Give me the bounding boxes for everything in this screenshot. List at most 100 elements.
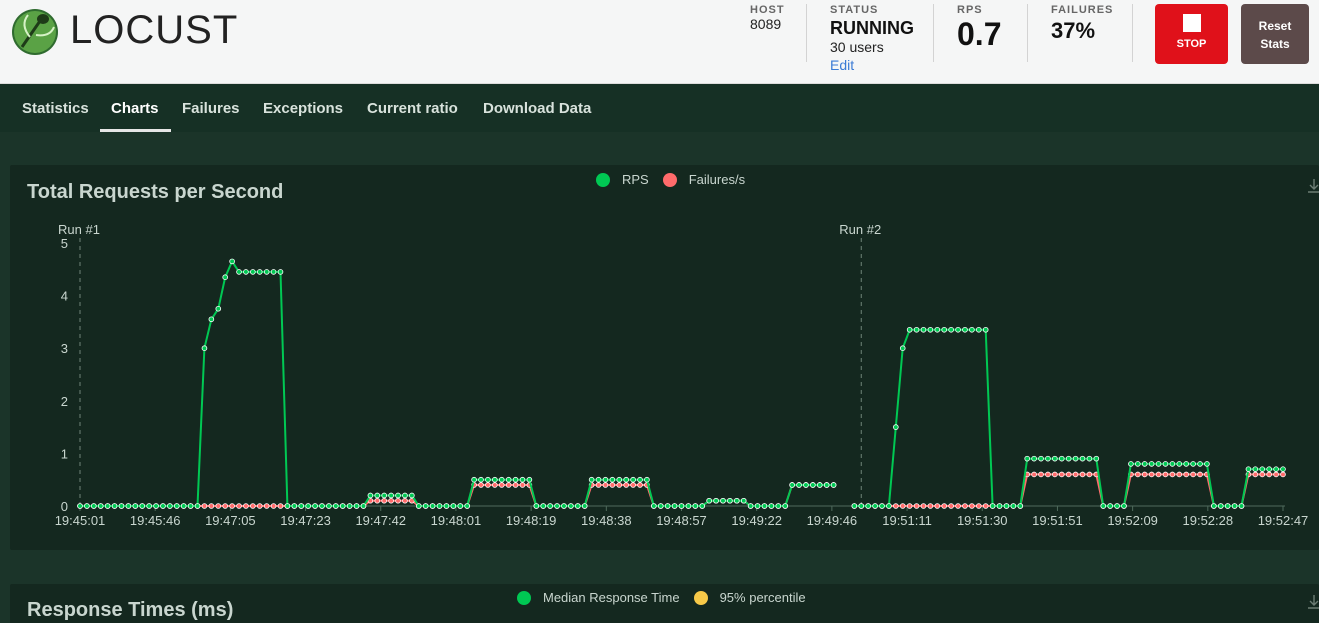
data-point [727,497,733,504]
legend-item-rps[interactable]: RPS [596,172,649,187]
y-tick-label: 5 [61,236,68,251]
data-point [512,482,519,488]
data-point [1114,503,1120,509]
data-point [173,503,180,509]
tab-current-ratio[interactable]: Current ratio [367,100,458,117]
tab-failures[interactable]: Failures [182,100,240,117]
data-point [1245,466,1252,472]
x-tick-label: 19:47:42 [355,513,406,528]
tab-exceptions[interactable]: Exceptions [263,100,343,117]
data-point [1224,503,1231,509]
download-chart-icon[interactable] [1307,178,1319,194]
data-point [685,503,692,509]
tab-download-data[interactable]: Download Data [483,100,591,117]
data-point [333,503,339,509]
data-point [1162,471,1169,478]
data-point [1183,461,1190,467]
data-point [519,476,526,483]
data-point [436,503,443,509]
data-point [464,503,470,509]
data-point [111,503,118,509]
data-point [1128,461,1134,467]
legend-item-failures[interactable]: Failures/s [662,172,746,187]
y-tick-label: 0 [61,499,68,514]
legend-dot [693,590,708,605]
data-point [104,503,111,509]
data-point [872,503,878,509]
data-point [443,503,450,509]
x-tick-label: 19:47:23 [280,513,331,528]
data-point [450,503,457,509]
data-point [208,316,215,323]
data-point [1065,455,1072,462]
data-point [927,326,934,333]
data-point [1100,503,1107,509]
divider [1132,4,1133,62]
legend-dot [517,590,531,605]
failures-block: FAILURES 37% [1051,4,1113,44]
data-point [1252,466,1259,472]
download-chart-icon[interactable] [1307,594,1319,610]
stop-label: STOP [1176,38,1207,50]
reset-stats-button[interactable]: Reset Stats [1241,4,1309,64]
data-point [803,482,809,488]
data-point [91,503,97,509]
data-point [948,503,954,509]
data-point [374,492,381,499]
data-point [194,503,201,509]
data-point [478,482,484,488]
data-point [609,476,616,483]
data-point [492,482,498,488]
data-point [1045,455,1051,462]
host-value: 8089 [750,16,782,32]
tab-statistics[interactable]: Statistics [22,100,89,117]
data-point [1190,461,1196,467]
data-point [913,326,920,333]
response-times-chart-card: Response Times (ms) Median Response Time… [10,584,1319,623]
data-point [319,503,325,509]
logo-wordmark: LOCUST [70,8,239,52]
y-tick-label: 3 [61,341,68,356]
rps-value: 0.7 [957,16,1002,52]
data-point [277,503,284,509]
data-point [1003,503,1010,509]
data-point [215,305,222,312]
data-point [1217,503,1224,509]
legend-item-p95[interactable]: 95% percentile [693,590,806,605]
data-point [975,503,982,509]
data-point [540,503,547,509]
data-point [1280,466,1286,472]
data-point [1031,471,1037,478]
stop-button[interactable]: STOP [1155,4,1228,64]
data-point [996,503,1003,509]
data-point [547,503,553,509]
data-point [222,274,228,280]
data-point [830,482,837,488]
x-tick-label: 19:49:22 [731,513,782,528]
data-point [920,326,927,333]
rps-chart: 0 1 2 3 4 5 19:45:01 19:45:46 19:47:05 19:47:23 19… [55,222,1309,528]
data-point [505,482,512,488]
data-point [236,269,242,275]
data-point [132,503,139,509]
legend-label: Failures/s [688,172,746,187]
edit-users-link[interactable]: Edit [830,57,914,73]
data-point [395,497,401,504]
x-tick-label: 19:52:47 [1258,513,1309,528]
data-point [1017,503,1024,509]
data-point [263,503,270,509]
active-tab-indicator [100,129,171,132]
locust-logo-icon [12,9,58,55]
data-point [526,476,533,483]
x-tick-label: 19:48:19 [506,513,557,528]
data-point [913,503,920,509]
failures-label: FAILURES [1051,4,1114,16]
data-point [97,503,104,509]
legend-item-median[interactable]: Median Response Time [517,590,680,605]
data-point [609,482,616,488]
data-point [1024,455,1030,462]
data-point [927,503,934,509]
status-label: STATUS [830,4,879,16]
tab-charts[interactable]: Charts [111,100,159,117]
data-point [1010,503,1017,509]
